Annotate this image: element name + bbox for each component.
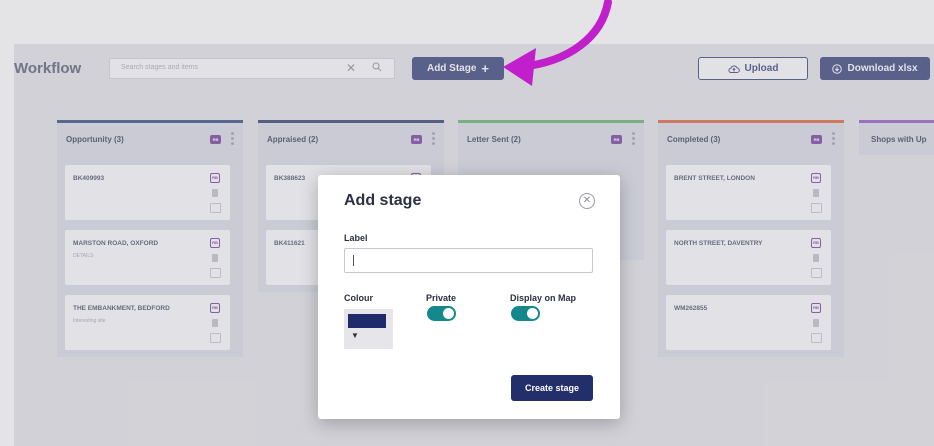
label-field-label: Label bbox=[344, 233, 368, 243]
close-icon[interactable]: ✕ bbox=[579, 193, 595, 209]
display-on-map-toggle[interactable] bbox=[511, 306, 540, 321]
text-caret bbox=[353, 255, 354, 266]
dropdown-caret-icon: ▼ bbox=[351, 331, 359, 340]
label-input[interactable] bbox=[344, 248, 593, 273]
create-stage-button[interactable]: Create stage bbox=[511, 375, 593, 401]
add-stage-dialog: Add stage ✕ Label Colour ▼ Private Displ… bbox=[318, 175, 620, 419]
private-toggle[interactable] bbox=[427, 306, 456, 321]
toggle-knob bbox=[443, 308, 454, 319]
display-on-map-label: Display on Map bbox=[510, 293, 577, 303]
toggle-knob bbox=[527, 308, 538, 319]
dialog-title: Add stage bbox=[344, 192, 422, 209]
private-label: Private bbox=[426, 293, 457, 303]
colour-picker[interactable]: ▼ bbox=[344, 309, 393, 349]
colour-label: Colour bbox=[344, 293, 373, 303]
pointer-arrow-icon bbox=[503, 0, 612, 86]
colour-swatch bbox=[348, 314, 386, 328]
